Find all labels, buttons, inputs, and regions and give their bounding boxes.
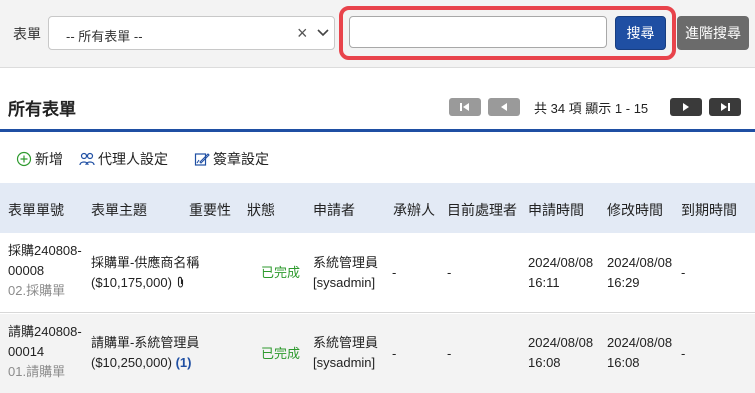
column-header[interactable]: 重要性 — [189, 200, 231, 220]
modify-time-cell: 2024/08/08 16:29 — [607, 253, 672, 293]
subject-line2: ($10,175,000) — [91, 275, 172, 290]
apply-time-cell: 2024/08/08 16:11 — [528, 253, 593, 293]
section-divider — [0, 129, 755, 132]
last-page-icon — [721, 103, 730, 111]
last-page-button[interactable] — [709, 98, 741, 116]
modify-time: 16:08 — [607, 355, 640, 370]
form-select[interactable]: -- 所有表單 -- × — [48, 16, 335, 50]
comment-count[interactable]: (1) — [176, 355, 192, 370]
due-time-cell: - — [681, 265, 686, 280]
search-button[interactable]: 搜尋 — [615, 16, 666, 50]
next-page-icon — [683, 103, 689, 111]
column-header[interactable]: 狀態 — [247, 200, 275, 220]
status-badge: 已完成 — [261, 265, 301, 280]
form-number-cell[interactable]: 採購240808- 00008 02.採購單 — [8, 241, 82, 301]
column-header[interactable]: 目前處理者 — [447, 200, 517, 220]
applicant-cell: 系統管理員 [sysadmin] — [313, 333, 378, 373]
form-number-cell[interactable]: 請購240808- 00014 01.請購單 — [8, 322, 82, 382]
table-row[interactable]: 採購240808- 00008 02.採購單 採購單-供應商名稱 ($10,17… — [0, 233, 755, 313]
column-header[interactable]: 承辦人 — [393, 200, 435, 220]
apply-time-cell: 2024/08/08 16:08 — [528, 333, 593, 373]
current-processor-cell: - — [447, 346, 452, 361]
status-badge: 已完成 — [261, 346, 301, 361]
page-title: 所有表單 — [8, 100, 76, 119]
applicant-id: [sysadmin] — [313, 355, 376, 370]
column-header[interactable]: 修改時間 — [607, 200, 663, 220]
search-input[interactable] — [349, 16, 607, 48]
handler-cell: - — [392, 265, 397, 280]
column-header[interactable]: 申請者 — [313, 200, 355, 220]
page-info: 共 34 項 顯示 1 - 15 — [534, 101, 649, 116]
column-header[interactable]: 表單單號 — [8, 200, 64, 220]
apply-date: 2024/08/08 — [528, 335, 594, 350]
apply-time: 16:08 — [528, 355, 561, 370]
subject-line1: 請購單-系統管理員 — [91, 335, 200, 350]
form-number-part2: 00008 — [8, 263, 45, 278]
modify-time-cell: 2024/08/08 16:08 — [607, 333, 672, 373]
subject-cell[interactable]: 請購單-系統管理員 ($10,250,000) (1) — [91, 333, 199, 373]
signature-settings-button[interactable]: 簽章設定 — [194, 149, 269, 169]
modify-time: 16:29 — [607, 275, 640, 290]
applicant-name: 系統管理員 — [313, 255, 379, 270]
signature-icon — [194, 153, 210, 166]
users-icon — [79, 152, 95, 166]
due-time-cell: - — [681, 346, 686, 361]
clear-icon[interactable]: × — [297, 24, 308, 42]
delegate-settings-label: 代理人設定 — [98, 151, 168, 167]
chevron-down-icon[interactable] — [316, 26, 330, 40]
current-processor-cell: - — [447, 265, 452, 280]
modify-date: 2024/08/08 — [607, 335, 673, 350]
form-number-part1: 採購240808- — [8, 243, 82, 258]
column-header[interactable]: 表單主題 — [91, 200, 147, 220]
form-number-part2: 00014 — [8, 344, 45, 359]
paperclip-icon — [177, 276, 184, 288]
plus-circle-icon — [16, 151, 32, 167]
modify-date: 2024/08/08 — [607, 255, 673, 270]
add-label: 新增 — [35, 151, 63, 167]
next-page-button[interactable] — [670, 98, 702, 116]
handler-cell: - — [392, 346, 397, 361]
form-type: 01.請購單 — [8, 364, 66, 379]
add-button[interactable]: 新增 — [16, 149, 63, 169]
applicant-name: 系統管理員 — [313, 335, 379, 350]
prev-page-icon — [501, 103, 507, 111]
subject-line2: ($10,250,000) — [91, 355, 172, 370]
delegate-settings-button[interactable]: 代理人設定 — [79, 149, 168, 169]
applicant-cell: 系統管理員 [sysadmin] — [313, 253, 378, 293]
form-label: 表單 — [13, 26, 41, 42]
advanced-search-button[interactable]: 進階搜尋 — [677, 16, 749, 50]
first-page-button[interactable] — [449, 98, 481, 116]
table-row[interactable]: 請購240808- 00014 01.請購單 請購單-系統管理員 ($10,25… — [0, 314, 755, 393]
form-number-part1: 請購240808- — [8, 324, 82, 339]
column-header[interactable]: 申請時間 — [528, 200, 584, 220]
first-page-icon — [460, 103, 469, 111]
form-select-value: -- 所有表單 -- — [66, 29, 143, 44]
subject-line1: 採購單-供應商名稱 — [91, 255, 200, 270]
column-header[interactable]: 到期時間 — [681, 200, 737, 220]
signature-settings-label: 簽章設定 — [213, 151, 269, 167]
subject-cell[interactable]: 採購單-供應商名稱 ($10,175,000) — [91, 253, 199, 293]
prev-page-button[interactable] — [488, 98, 520, 116]
form-type: 02.採購單 — [8, 283, 66, 298]
applicant-id: [sysadmin] — [313, 275, 376, 290]
apply-time: 16:11 — [528, 275, 560, 290]
apply-date: 2024/08/08 — [528, 255, 594, 270]
